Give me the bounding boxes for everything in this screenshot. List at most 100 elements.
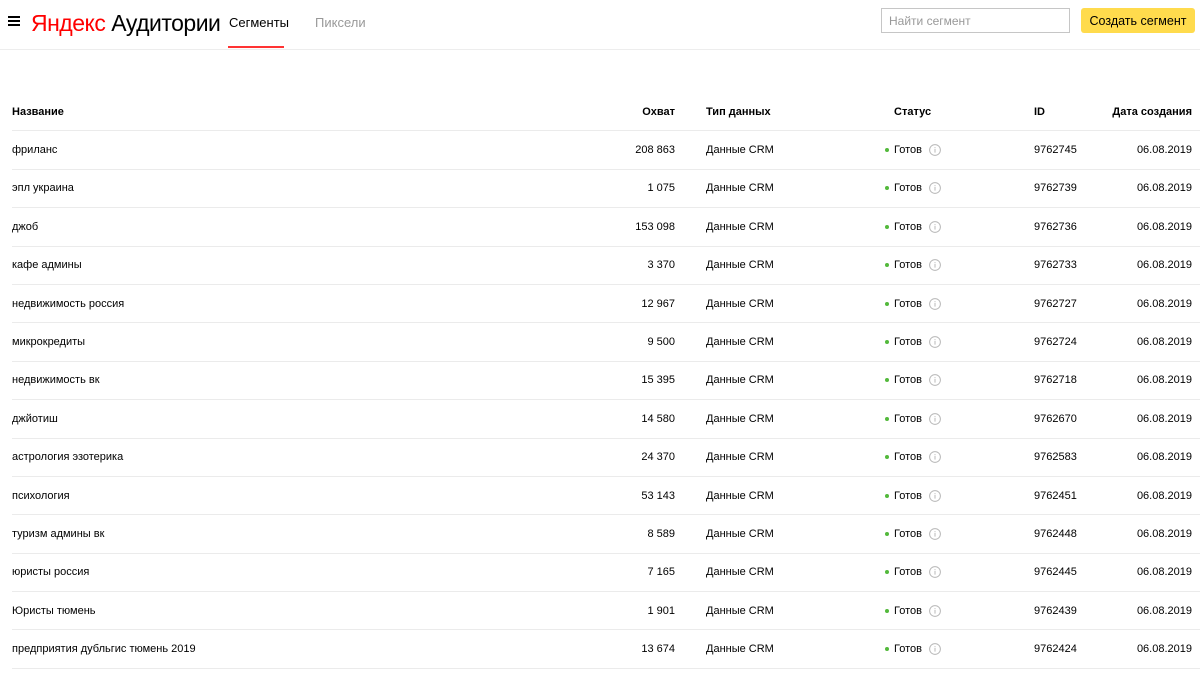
status-ready-dot-icon <box>885 608 889 613</box>
segment-name[interactable]: джоб <box>12 208 38 245</box>
segment-data-type: Данные CRM <box>706 182 774 195</box>
segment-name[interactable]: фриланс <box>12 131 57 168</box>
table-row[interactable]: туризм админы вк 8 589 Данные CRM Готов … <box>12 515 1200 554</box>
status-ready-dot-icon <box>885 493 889 498</box>
segment-name[interactable]: психология <box>12 477 70 514</box>
info-icon[interactable] <box>929 604 941 617</box>
create-segment-button[interactable]: Создать сегмент <box>1081 8 1195 33</box>
segment-reach: 14 580 <box>641 412 675 425</box>
status-text: Готов <box>894 297 922 310</box>
status-text: Готов <box>894 643 922 656</box>
status-text: Готов <box>894 374 922 387</box>
table-row[interactable]: джоб 153 098 Данные CRM Готов 9762736 06… <box>12 208 1200 247</box>
segment-reach: 24 370 <box>641 451 675 464</box>
segment-name[interactable]: кафе админы <box>12 247 82 284</box>
segment-reach: 3 370 <box>647 259 675 272</box>
segment-status: Готов <box>885 208 941 245</box>
table-header-row: Название Охват Тип данных Статус ID Дата… <box>12 93 1200 132</box>
segment-id: 9762736 <box>1034 220 1077 233</box>
segment-id: 9762724 <box>1034 336 1077 349</box>
segment-id: 9762448 <box>1034 527 1077 540</box>
segment-created-date: 06.08.2019 <box>1136 451 1192 464</box>
table-row[interactable]: микрокредиты 9 500 Данные CRM Готов 9762… <box>12 323 1200 362</box>
segment-reach: 1 901 <box>647 604 675 617</box>
column-header-date[interactable]: Дата создания <box>1092 93 1192 130</box>
info-icon[interactable] <box>929 451 941 464</box>
column-header-id[interactable]: ID <box>1034 93 1045 130</box>
info-icon[interactable] <box>929 643 941 656</box>
table-row[interactable]: недвижимость вк 15 395 Данные CRM Готов … <box>12 362 1200 401</box>
segment-name[interactable]: астрология эзотерика <box>12 439 123 476</box>
status-text: Готов <box>894 451 922 464</box>
segment-status: Готов <box>885 400 941 437</box>
segment-data-type: Данные CRM <box>706 374 774 387</box>
table-row[interactable]: недвижимость россия 12 967 Данные CRM Го… <box>12 285 1200 324</box>
status-ready-dot-icon <box>885 531 889 536</box>
segment-id: 9762439 <box>1034 604 1077 617</box>
segment-status: Готов <box>885 630 941 667</box>
segment-id: 9762727 <box>1034 297 1077 310</box>
segment-name[interactable]: джйотиш <box>12 400 58 437</box>
tab-segments[interactable]: Сегменты <box>229 15 289 31</box>
segment-data-type: Данные CRM <box>706 643 774 656</box>
info-icon[interactable] <box>929 220 941 233</box>
segment-id: 9762583 <box>1034 451 1077 464</box>
info-icon[interactable] <box>929 412 941 425</box>
search-segment-input[interactable] <box>881 8 1070 33</box>
logo[interactable]: Яндекс Аудитории <box>31 10 221 36</box>
info-icon[interactable] <box>929 336 941 348</box>
segment-status: Готов <box>885 170 941 207</box>
segment-reach: 12 967 <box>641 297 675 310</box>
segment-reach: 8 589 <box>647 527 675 540</box>
info-icon[interactable] <box>929 182 941 195</box>
segment-status: Готов <box>885 285 941 322</box>
segment-data-type: Данные CRM <box>706 144 774 157</box>
info-icon[interactable] <box>929 374 941 387</box>
info-icon[interactable] <box>929 566 941 579</box>
status-text: Готов <box>894 489 922 502</box>
status-ready-dot-icon <box>885 263 889 268</box>
segment-created-date: 06.08.2019 <box>1136 182 1192 195</box>
info-icon[interactable] <box>929 144 941 156</box>
info-icon[interactable] <box>929 489 941 502</box>
hamburger-menu-icon[interactable] <box>8 15 20 27</box>
info-icon[interactable] <box>929 259 941 272</box>
table-row[interactable]: джйотиш 14 580 Данные CRM Готов 9762670 … <box>12 400 1200 439</box>
segment-created-date: 06.08.2019 <box>1136 297 1192 310</box>
segment-name[interactable]: юристы россия <box>12 554 89 591</box>
table-row[interactable]: эпл украина 1 075 Данные CRM Готов 97627… <box>12 170 1200 209</box>
status-ready-dot-icon <box>885 148 889 153</box>
info-icon[interactable] <box>929 297 941 310</box>
column-header-name[interactable]: Название <box>12 93 64 130</box>
status-text: Готов <box>894 220 922 233</box>
segment-reach: 15 395 <box>641 374 675 387</box>
segment-name[interactable]: недвижимость россия <box>12 285 124 322</box>
segment-name[interactable]: эпл украина <box>12 170 74 207</box>
segment-name[interactable]: предприятия дубльгис тюмень 2019 <box>12 630 196 667</box>
table-row[interactable]: кафе админы 3 370 Данные CRM Готов 97627… <box>12 247 1200 285</box>
segment-created-date: 06.08.2019 <box>1136 259 1192 272</box>
segment-name[interactable]: Юристы тюмень <box>12 592 96 629</box>
column-header-reach[interactable]: Охват <box>572 93 675 130</box>
table-row[interactable]: психология 53 143 Данные CRM Готов 97624… <box>12 477 1200 516</box>
table-row[interactable]: Юристы тюмень 1 901 Данные CRM Готов 976… <box>12 592 1200 631</box>
segment-status: Готов <box>885 362 941 399</box>
column-header-type[interactable]: Тип данных <box>706 93 771 130</box>
segment-status: Готов <box>885 554 941 591</box>
segment-name[interactable]: микрокредиты <box>12 323 85 360</box>
table-row[interactable]: юристы россия 7 165 Данные CRM Готов 976… <box>12 554 1200 593</box>
table-row[interactable]: фриланс 208 863 Данные CRM Готов 9762745… <box>12 131 1200 170</box>
segment-data-type: Данные CRM <box>706 451 774 464</box>
segment-created-date: 06.08.2019 <box>1136 374 1192 387</box>
segment-name[interactable]: туризм админы вк <box>12 515 104 552</box>
status-ready-dot-icon <box>885 224 889 229</box>
tab-pixels[interactable]: Пиксели <box>315 15 366 31</box>
table-body: фриланс 208 863 Данные CRM Готов 9762745… <box>0 131 1200 669</box>
segment-name[interactable]: недвижимость вк <box>12 362 100 399</box>
table-row[interactable]: предприятия дубльгис тюмень 2019 13 674 … <box>12 630 1200 669</box>
column-header-status[interactable]: Статус <box>894 93 931 130</box>
info-icon[interactable] <box>929 528 941 540</box>
segment-reach: 13 674 <box>641 643 675 656</box>
table-row[interactable]: астрология эзотерика 24 370 Данные CRM Г… <box>12 439 1200 477</box>
segment-data-type: Данные CRM <box>706 336 774 349</box>
